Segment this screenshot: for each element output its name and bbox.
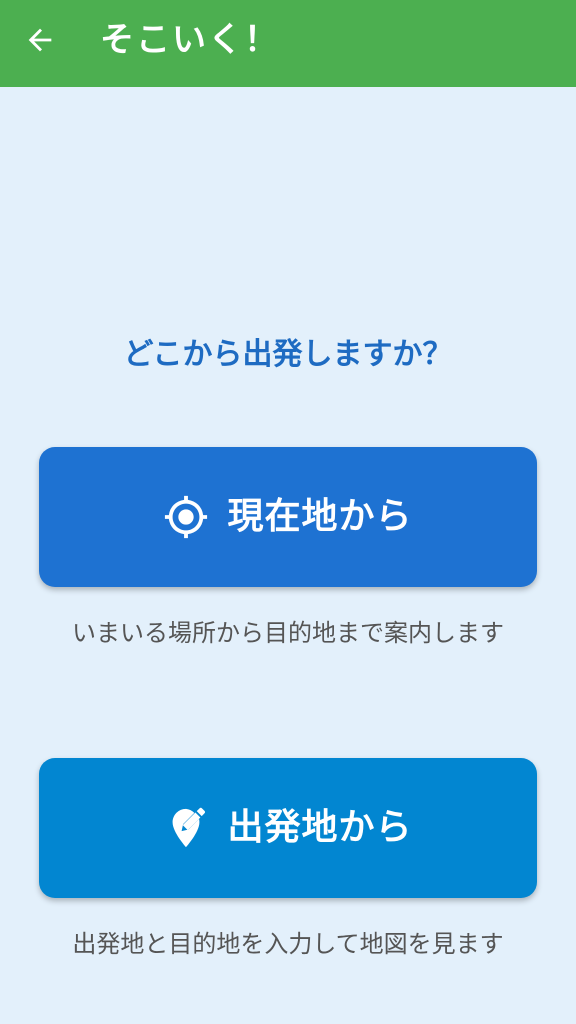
- app-bar: そこいく！: [0, 0, 576, 87]
- current-location-description: いまいる場所から目的地まで案内します: [72, 619, 504, 647]
- start-question: どこから出発しますか？: [123, 337, 453, 372]
- my-location-icon: [163, 494, 209, 540]
- edit-location-icon: [163, 805, 209, 851]
- origin-location-label: 出発地から: [227, 807, 413, 848]
- current-location-label: 現在地から: [227, 496, 413, 537]
- origin-location-button-content: 出発地から: [163, 805, 412, 851]
- origin-location-button[interactable]: 出発地から: [39, 758, 537, 898]
- current-location-button-content: 現在地から: [163, 494, 412, 540]
- back-button[interactable]: [14, 14, 66, 66]
- origin-location-description: 出発地と目的地を入力して地図を見ます: [72, 930, 504, 958]
- current-location-button[interactable]: 現在地から: [39, 447, 537, 587]
- app-title: そこいく！: [100, 20, 280, 60]
- arrow-left-icon: [28, 28, 52, 52]
